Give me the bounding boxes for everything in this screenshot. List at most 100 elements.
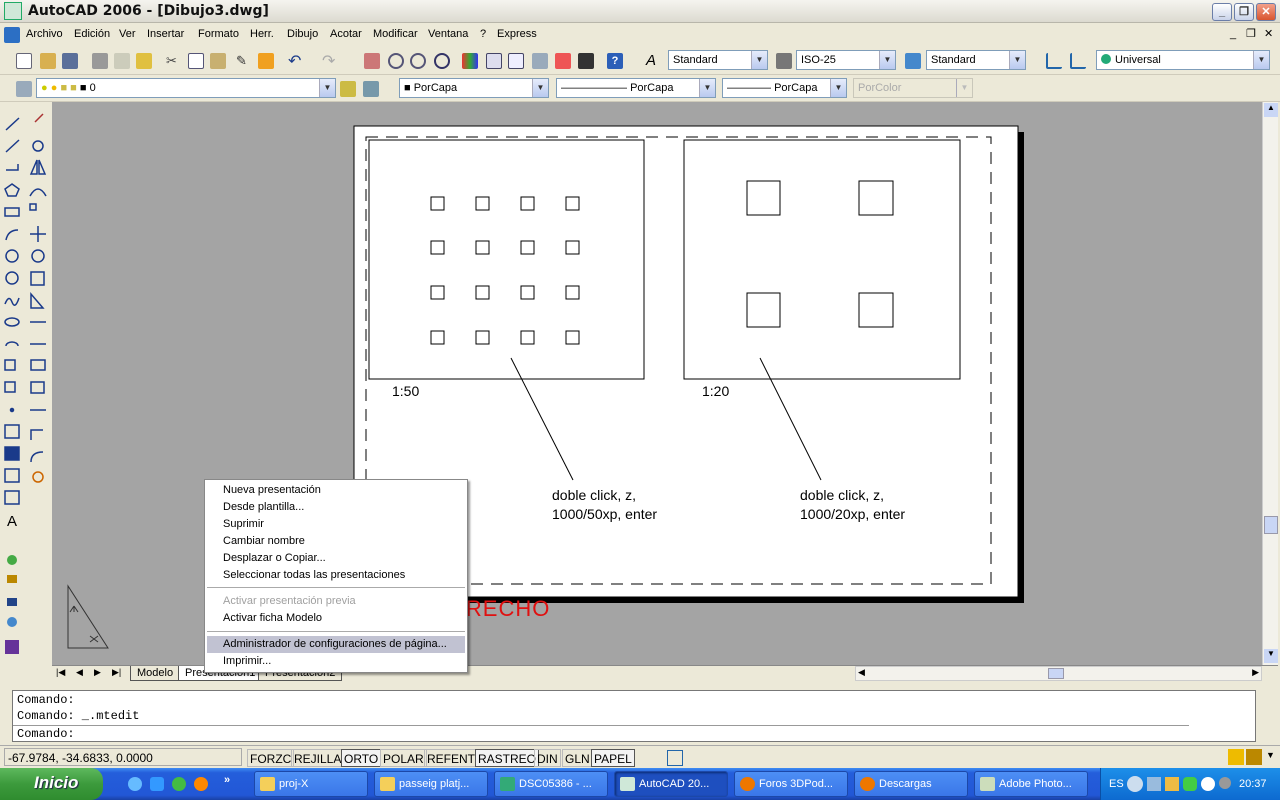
point-icon[interactable] xyxy=(9,407,15,413)
scroll-down-button[interactable]: ▼ xyxy=(1264,649,1278,663)
zoom-window-icon[interactable] xyxy=(410,53,426,69)
task-autocad[interactable]: AutoCAD 20... xyxy=(614,771,728,797)
menu-item-desde-plantilla[interactable]: Desde plantilla... xyxy=(207,499,465,516)
ellipse-arc-icon[interactable] xyxy=(5,341,19,347)
communication-center-icon[interactable] xyxy=(1228,749,1244,765)
print-icon[interactable] xyxy=(92,53,108,69)
quicklaunch-desktop-icon[interactable] xyxy=(128,777,142,791)
toggle-papel[interactable]: PAPEL xyxy=(591,749,635,767)
zoom-realtime-icon[interactable] xyxy=(388,53,404,69)
print-preview-icon[interactable] xyxy=(114,53,130,69)
fillet-icon[interactable] xyxy=(30,429,43,440)
stretch-icon[interactable] xyxy=(30,291,45,309)
scale-icon[interactable] xyxy=(30,271,45,286)
menu-item-suprimir[interactable]: Suprimir xyxy=(207,516,465,533)
messenger-icon[interactable] xyxy=(1183,777,1197,791)
paste-icon[interactable] xyxy=(210,53,226,69)
markup-icon[interactable] xyxy=(555,53,571,69)
layer-manager-icon[interactable] xyxy=(16,81,32,97)
redo-icon[interactable]: ↷ xyxy=(322,51,338,70)
task-passeig[interactable]: passeig platj... xyxy=(374,771,488,797)
menu-item-nueva-presentacion[interactable]: Nueva presentación xyxy=(207,482,465,499)
revision-cloud-icon[interactable] xyxy=(5,271,19,285)
color-select[interactable]: ■ PorCapa ▼ xyxy=(399,78,549,98)
rotate-icon[interactable] xyxy=(31,249,45,263)
make-current-layer-icon[interactable] xyxy=(340,81,356,97)
match-properties-icon[interactable]: ✎ xyxy=(236,53,252,69)
copy-object-icon[interactable] xyxy=(32,140,44,152)
chevron-down-icon[interactable]: ▼ xyxy=(319,79,335,97)
menu-formato[interactable]: Formato xyxy=(198,28,239,40)
close-button[interactable]: ✕ xyxy=(1256,3,1276,21)
toolbar-lock-icon[interactable] xyxy=(1246,749,1262,765)
horizontal-scrollbar[interactable]: ◀ ▶ xyxy=(855,666,1262,681)
doc-minimize-button[interactable]: _ xyxy=(1230,28,1236,40)
cut-icon[interactable]: ✂ xyxy=(166,53,182,69)
layer-select[interactable]: ● ● ■ ■ ■ 0 ▼ xyxy=(36,78,336,98)
tray-app-icon[interactable] xyxy=(1165,777,1179,791)
make-block-icon[interactable] xyxy=(4,381,16,393)
menu-ver[interactable]: Ver xyxy=(119,28,136,40)
menu-help[interactable]: ? xyxy=(480,28,486,40)
chevron-down-icon[interactable]: ▼ xyxy=(1009,51,1025,69)
menu-archivo[interactable]: Archivo xyxy=(26,28,63,40)
polygon-icon[interactable] xyxy=(4,183,20,197)
circle-icon[interactable] xyxy=(5,249,19,263)
menu-dibujo[interactable]: Dibujo xyxy=(287,28,318,40)
region-icon[interactable] xyxy=(4,468,20,483)
save-icon[interactable] xyxy=(62,53,78,69)
table-style-select[interactable]: Standard ▼ xyxy=(926,50,1026,70)
layer-previous-icon[interactable] xyxy=(363,81,379,97)
menu-item-seleccionar-todas[interactable]: Seleccionar todas las presentaciones xyxy=(207,567,465,584)
autocad-app-icon[interactable] xyxy=(4,2,22,20)
mirror-icon[interactable] xyxy=(29,159,47,175)
toggle-forzc[interactable]: FORZC xyxy=(247,749,295,767)
zoom-previous-icon[interactable] xyxy=(434,53,450,69)
menu-insertar[interactable]: Insertar xyxy=(147,28,184,40)
task-foros[interactable]: Foros 3DPod... xyxy=(734,771,848,797)
task-proj-x[interactable]: proj-X xyxy=(254,771,368,797)
panda-antivirus-icon[interactable] xyxy=(1201,777,1215,791)
dim-style-select[interactable]: ISO-25 ▼ xyxy=(796,50,896,70)
last-tab-button[interactable]: ▶| xyxy=(112,667,121,678)
join-icon[interactable] xyxy=(30,381,45,394)
polyline-icon[interactable] xyxy=(6,164,19,171)
language-indicator[interactable]: ES xyxy=(1109,778,1124,790)
hscroll-thumb[interactable] xyxy=(1048,668,1064,679)
toggle-gln[interactable]: GLN xyxy=(562,749,593,767)
properties-icon[interactable] xyxy=(462,53,478,69)
open-icon[interactable] xyxy=(40,53,56,69)
block-editor-icon[interactable] xyxy=(258,53,274,69)
ucs-icon[interactable] xyxy=(1046,53,1062,69)
mtext-icon[interactable]: A xyxy=(7,513,17,530)
help-icon[interactable]: ? xyxy=(607,53,623,69)
new-icon[interactable] xyxy=(16,53,32,69)
chevron-down-icon[interactable]: ▼ xyxy=(879,51,895,69)
menu-ventana[interactable]: Ventana xyxy=(428,28,468,40)
publish-icon[interactable] xyxy=(136,53,152,69)
lineweight-select[interactable]: ———— PorCapa ▼ xyxy=(722,78,847,98)
offset-icon[interactable] xyxy=(29,188,47,197)
chevron-down-icon[interactable]: ▼ xyxy=(532,79,548,97)
erase-icon[interactable] xyxy=(34,113,44,123)
chevron-down-icon[interactable]: ▼ xyxy=(751,51,767,69)
start-button[interactable]: Inicio xyxy=(0,768,103,800)
move-icon[interactable] xyxy=(30,226,46,242)
ucs-select[interactable]: Universal ▼ xyxy=(1096,50,1270,70)
toggle-refent[interactable]: REFENT xyxy=(424,749,478,767)
show-hidden-icons-button[interactable] xyxy=(1127,776,1143,792)
array-icon[interactable] xyxy=(29,203,37,211)
menu-herr[interactable]: Herr. xyxy=(250,28,274,40)
layer-off-icon[interactable] xyxy=(5,640,19,654)
menu-acotar[interactable]: Acotar xyxy=(330,28,362,40)
status-menu-chevron-icon[interactable]: ▼ xyxy=(1266,750,1275,760)
ucs-origin-icon[interactable] xyxy=(1070,53,1086,69)
ellipse-icon[interactable] xyxy=(4,317,20,327)
toggle-polar[interactable]: POLAR xyxy=(380,749,427,767)
restore-button[interactable]: ❐ xyxy=(1234,3,1254,21)
first-tab-button[interactable]: |◀ xyxy=(56,667,65,678)
doc-restore-button[interactable]: ❐ xyxy=(1246,27,1256,40)
unlock-icon[interactable] xyxy=(7,575,17,583)
toggle-rejilla[interactable]: REJILLA xyxy=(291,749,345,767)
explode-helper-icon[interactable] xyxy=(30,451,44,463)
